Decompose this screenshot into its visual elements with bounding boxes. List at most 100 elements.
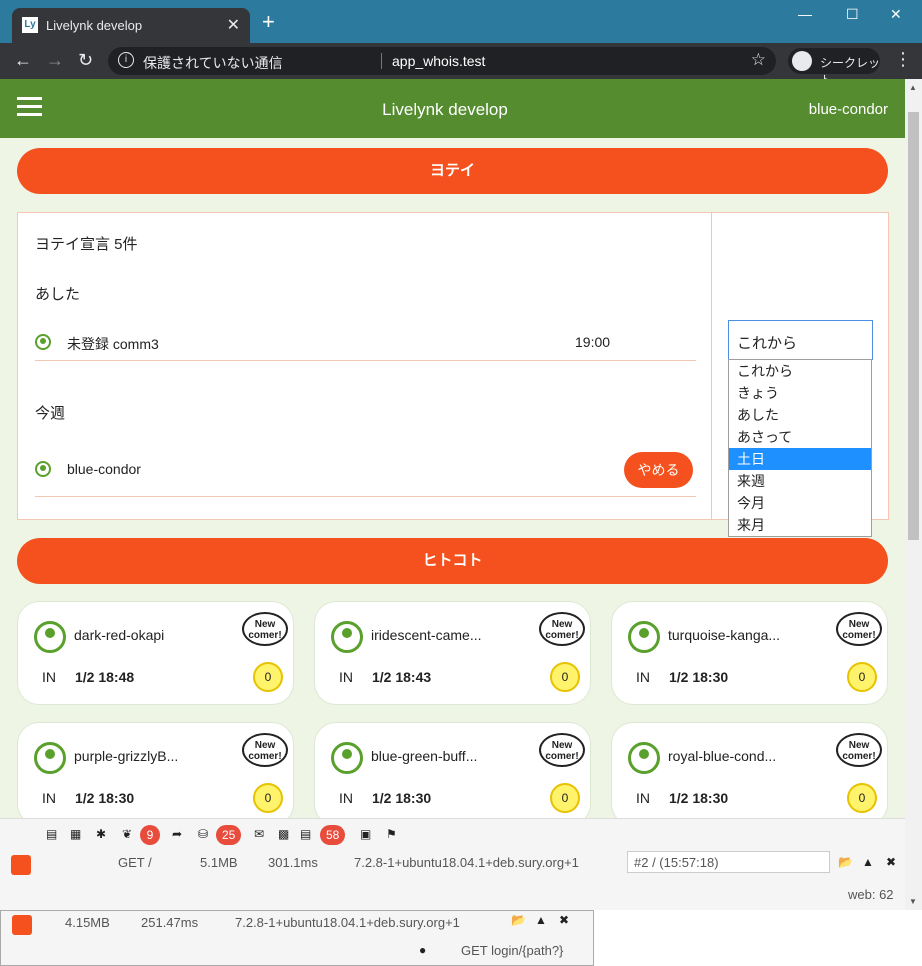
card-status: IN <box>636 790 650 806</box>
url-text[interactable]: app_whois.test <box>392 53 485 69</box>
close-debugbar-icon[interactable]: ✖ <box>559 913 569 927</box>
forward-arrow-icon[interactable]: → <box>46 50 64 71</box>
laravel-logo-icon <box>12 915 32 935</box>
new-tab-icon[interactable]: + <box>262 11 275 33</box>
minimize-icon[interactable]: — <box>798 6 812 22</box>
exceptions-tab-icon[interactable]: ✱ <box>96 827 106 841</box>
card-count-badge[interactable]: 0 <box>847 783 877 813</box>
card-status: IN <box>42 669 56 685</box>
close-debugbar-icon[interactable]: ✖ <box>886 855 896 869</box>
yotei-section-header[interactable]: ヨテイ <box>17 148 888 194</box>
period-option[interactable]: 今月 <box>729 492 871 514</box>
debug-php-version: 7.2.8-1+ubuntu18.04.1+deb.sury.org+1 <box>354 855 579 870</box>
period-options-list[interactable]: これから きょう あした あさって 土日 来週 今月 来月 <box>728 359 872 537</box>
views-count-badge: 9 <box>140 825 160 845</box>
card-status: IN <box>339 790 353 806</box>
browser-tab-strip: Ly Livelynk develop ✕ + — ☐ ✕ <box>0 0 922 43</box>
incognito-icon <box>792 51 812 71</box>
bookmark-star-icon[interactable]: ☆ <box>751 50 766 70</box>
scrollbar-thumb[interactable] <box>908 112 919 540</box>
scroll-down-icon[interactable]: ▼ <box>909 897 917 906</box>
views-tab-icon[interactable]: ❦ <box>122 827 132 841</box>
open-folder-icon[interactable]: 📂 <box>511 913 526 927</box>
user-card[interactable]: blue-green-buff... New comer! IN 1/2 18:… <box>314 722 591 818</box>
yotei-row: 未登録 comm3 19:00 <box>35 321 696 361</box>
timeline-tab-icon[interactable]: ▦ <box>70 827 81 841</box>
session-tab-icon[interactable]: ▣ <box>360 827 371 841</box>
period-option[interactable]: あさって <box>729 426 871 448</box>
period-option[interactable]: きょう <box>729 382 871 404</box>
period-option[interactable]: これから <box>729 360 871 382</box>
tab-title: Livelynk develop <box>46 18 143 33</box>
debug2-memory: 4.15MB <box>65 915 110 930</box>
debug2-route: GET login/{path?} <box>461 943 564 958</box>
cancel-yotei-button[interactable]: やめる <box>624 452 693 488</box>
queries-tab-icon[interactable]: ⛁ <box>198 827 208 841</box>
browser-tab[interactable]: Ly Livelynk develop ✕ <box>12 8 250 43</box>
card-status: IN <box>42 790 56 806</box>
card-count-badge[interactable]: 0 <box>550 662 580 692</box>
user-card[interactable]: turquoise-kanga... New comer! IN 1/2 18:… <box>611 601 888 705</box>
debug-request-method: GET / <box>118 855 152 870</box>
page-scrollbar[interactable]: ▲ ▼ <box>905 79 922 910</box>
yotei-time: 19:00 <box>575 334 611 350</box>
period-select[interactable]: これから <box>728 320 873 360</box>
card-status: IN <box>339 669 353 685</box>
period-option-highlighted[interactable]: 土日 <box>729 448 871 470</box>
card-status: IN <box>636 669 650 685</box>
mails-tab-icon[interactable]: ✉ <box>254 827 264 841</box>
hitokoto-section-header[interactable]: ヒトコト <box>17 538 888 584</box>
browser-toolbar: ← → ↻ i 保護されていない通信 app_whois.test ☆ シークレ… <box>0 43 922 87</box>
browser-menu-icon[interactable]: ⋮ <box>894 49 912 70</box>
avatar-icon <box>628 621 660 653</box>
card-datetime: 1/2 18:30 <box>75 790 135 806</box>
debug-auth-guard: web: 62 <box>848 887 894 902</box>
card-datetime: 1/2 18:30 <box>669 790 729 806</box>
omnibox-divider <box>381 53 382 69</box>
messages-tab-icon[interactable]: ▤ <box>46 827 57 841</box>
period-option[interactable]: あした <box>729 404 871 426</box>
logs-tab-icon[interactable]: ▤ <box>300 827 311 841</box>
current-user[interactable]: blue-condor <box>809 101 888 118</box>
gate-tab-icon[interactable]: ▩ <box>278 827 289 841</box>
route-tab-icon[interactable]: ➦ <box>172 827 182 841</box>
queries-count-badge: 25 <box>216 825 242 845</box>
address-bar[interactable]: i 保護されていない通信 app_whois.test ☆ <box>108 47 776 75</box>
chevron-up-icon[interactable]: ▲ <box>862 855 874 869</box>
reload-icon[interactable]: ↻ <box>78 50 93 71</box>
period-option[interactable]: 来月 <box>729 514 871 536</box>
yotei-list: ヨテイ宣言 5件 あした 未登録 comm3 19:00 今週 blue-con… <box>18 213 712 519</box>
info-icon[interactable]: i <box>118 52 134 68</box>
user-icon <box>35 334 51 350</box>
card-user-name: turquoise-kanga... <box>668 627 781 643</box>
debug2-php-version: 7.2.8-1+ubuntu18.04.1+deb.sury.org+1 <box>235 915 460 930</box>
new-comer-badge: New comer! <box>242 612 288 646</box>
card-count-badge[interactable]: 0 <box>253 783 283 813</box>
avatar-icon <box>34 621 66 653</box>
user-card[interactable]: purple-grizzlyB... New comer! IN 1/2 18:… <box>17 722 294 818</box>
debug-request-select[interactable]: #2 / (15:57:18) <box>627 851 830 873</box>
user-card[interactable]: royal-blue-cond... New comer! IN 1/2 18:… <box>611 722 888 818</box>
maximize-icon[interactable]: ☐ <box>846 6 859 23</box>
avatar-icon <box>331 621 363 653</box>
user-card[interactable]: dark-red-okapi New comer! IN 1/2 18:48 0 <box>17 601 294 705</box>
period-option[interactable]: 来週 <box>729 470 871 492</box>
insecure-label: 保護されていない通信 <box>143 55 283 71</box>
debugbar: ▤ ▦ ✱ ❦ 9 ➦ ⛁ 25 ✉ ▩ ▤ 58 ▣ ⚑ GET / 5.1M… <box>0 818 905 910</box>
incognito-indicator[interactable]: シークレット <box>788 48 880 87</box>
card-user-name: blue-green-buff... <box>371 748 478 764</box>
back-arrow-icon[interactable]: ← <box>14 50 32 71</box>
request-tab-icon[interactable]: ⚑ <box>386 827 397 841</box>
chevron-up-icon[interactable]: ▲ <box>535 913 547 927</box>
card-count-badge[interactable]: 0 <box>550 783 580 813</box>
card-user-name: iridescent-came... <box>371 627 482 643</box>
card-count-badge[interactable]: 0 <box>847 662 877 692</box>
tab-close-icon[interactable]: ✕ <box>227 15 240 35</box>
open-folder-icon[interactable]: 📂 <box>838 855 853 869</box>
user-card[interactable]: iridescent-came... New comer! IN 1/2 18:… <box>314 601 591 705</box>
window-close-icon[interactable]: ✕ <box>890 6 902 23</box>
new-comer-badge: New comer! <box>539 733 585 767</box>
avatar-icon <box>628 742 660 774</box>
scroll-up-icon[interactable]: ▲ <box>909 83 917 92</box>
card-count-badge[interactable]: 0 <box>253 662 283 692</box>
